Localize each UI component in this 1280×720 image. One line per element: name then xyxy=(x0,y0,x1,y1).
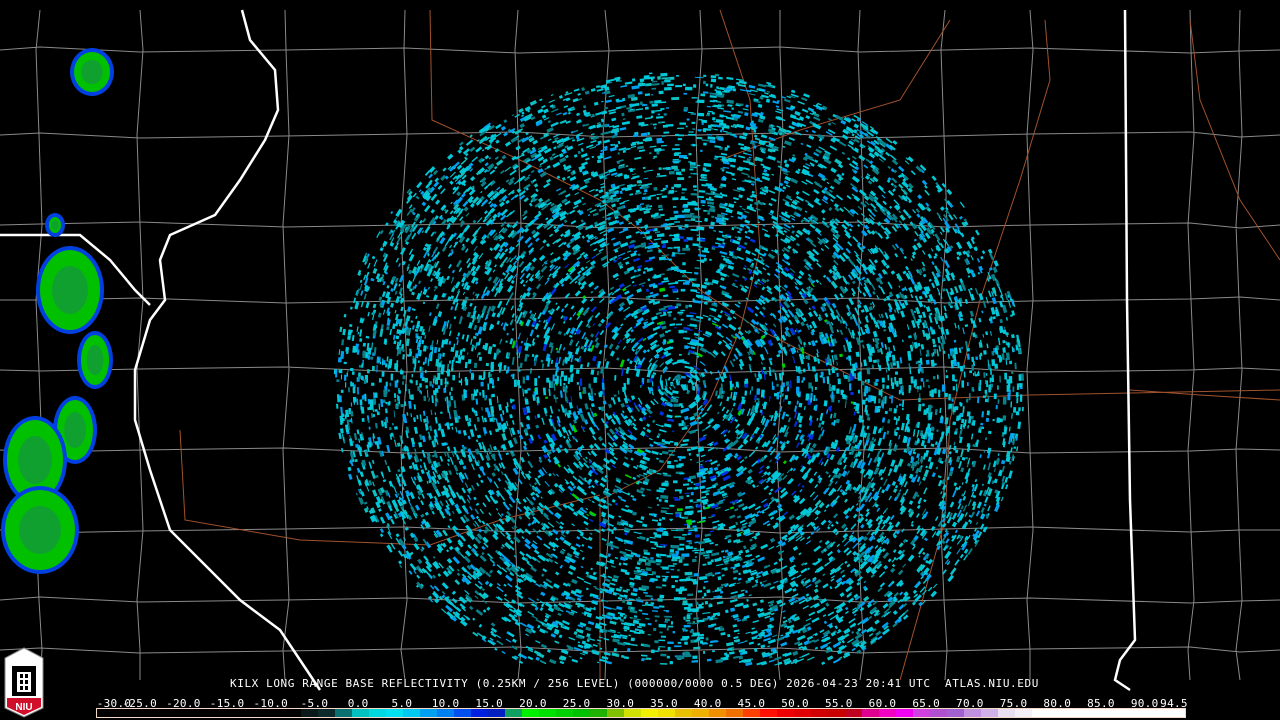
colorbar-swatch xyxy=(692,709,709,717)
niu-logo-text: NIU xyxy=(15,702,32,713)
colorbar-swatch xyxy=(1015,709,1032,717)
colorbar-swatch xyxy=(845,709,862,717)
colorbar-swatch xyxy=(250,709,267,717)
colorbar-swatch xyxy=(760,709,777,717)
colorbar-swatch xyxy=(488,709,505,717)
radar-map xyxy=(0,9,1280,692)
colorbar-swatch xyxy=(216,709,233,717)
colorbar-swatch xyxy=(131,709,148,717)
colorbar-swatch xyxy=(641,709,658,717)
colorbar-swatch xyxy=(1134,709,1151,717)
highways xyxy=(179,9,1280,681)
colorbar-swatch xyxy=(301,709,318,717)
colorbar-swatch xyxy=(1049,709,1066,717)
colorbar-swatch xyxy=(709,709,726,717)
colorbar-swatch xyxy=(318,709,335,717)
colorbar-swatch xyxy=(267,709,284,717)
colorbar-swatch xyxy=(114,709,131,717)
colorbar-swatch xyxy=(743,709,760,717)
product-title: KILX LONG RANGE BASE REFLECTIVITY (0.25K… xyxy=(230,677,1039,690)
colorbar-swatch xyxy=(896,709,913,717)
colorbar-swatch xyxy=(420,709,437,717)
colorbar-swatch xyxy=(573,709,590,717)
reflectivity-echoes xyxy=(1,48,1024,667)
colorbar-swatch xyxy=(335,709,352,717)
colorbar-swatch xyxy=(675,709,692,717)
colorbar-swatch xyxy=(658,709,675,717)
colorbar-swatch xyxy=(862,709,879,717)
colorbar-swatch xyxy=(590,709,607,717)
colorbar-swatch xyxy=(165,709,182,717)
colorbar-swatch xyxy=(386,709,403,717)
colorbar-swatch xyxy=(811,709,828,717)
colorbar-swatch xyxy=(284,709,301,717)
colorbar-swatch xyxy=(998,709,1015,717)
colorbar-swatch xyxy=(471,709,488,717)
colorbar-swatch xyxy=(199,709,216,717)
colorbar-swatch xyxy=(182,709,199,717)
colorbar-swatch xyxy=(505,709,522,717)
colorbar-swatch xyxy=(828,709,845,717)
colorbar-swatch xyxy=(913,709,930,717)
colorbar-swatch xyxy=(556,709,573,717)
colorbar-swatch xyxy=(454,709,471,717)
colorbar-swatch xyxy=(794,709,811,717)
colorbar-swatch xyxy=(1168,709,1185,717)
colorbar-swatch xyxy=(624,709,641,717)
colorbar-swatch xyxy=(1066,709,1083,717)
colorbar-swatch xyxy=(1151,709,1168,717)
colorbar-swatch xyxy=(777,709,794,717)
colorbar-swatch xyxy=(403,709,420,717)
colorbar-swatch xyxy=(1100,709,1117,717)
colorbar-swatch xyxy=(352,709,369,717)
colorbar-swatch xyxy=(607,709,624,717)
colorbar-swatch xyxy=(522,709,539,717)
colorbar-swatch xyxy=(981,709,998,717)
colorbar-swatch xyxy=(1117,709,1134,717)
colorbar-swatch xyxy=(437,709,454,717)
colorbar-swatch xyxy=(233,709,250,717)
colorbar-swatch xyxy=(1032,709,1049,717)
colorbar-swatch xyxy=(726,709,743,717)
niu-logo: NIU xyxy=(4,647,44,718)
colorbar-swatch xyxy=(97,709,114,717)
colorbar-swatch xyxy=(879,709,896,717)
colorbar-swatch xyxy=(1083,709,1100,717)
colorbar-swatch xyxy=(369,709,386,717)
colorbar-swatch xyxy=(964,709,981,717)
colorbar-swatch xyxy=(947,709,964,717)
colorbar-swatch xyxy=(539,709,556,717)
colorbar xyxy=(96,708,1186,718)
colorbar-swatch xyxy=(930,709,947,717)
state-borders xyxy=(0,9,1137,692)
colorbar-swatch xyxy=(148,709,165,717)
